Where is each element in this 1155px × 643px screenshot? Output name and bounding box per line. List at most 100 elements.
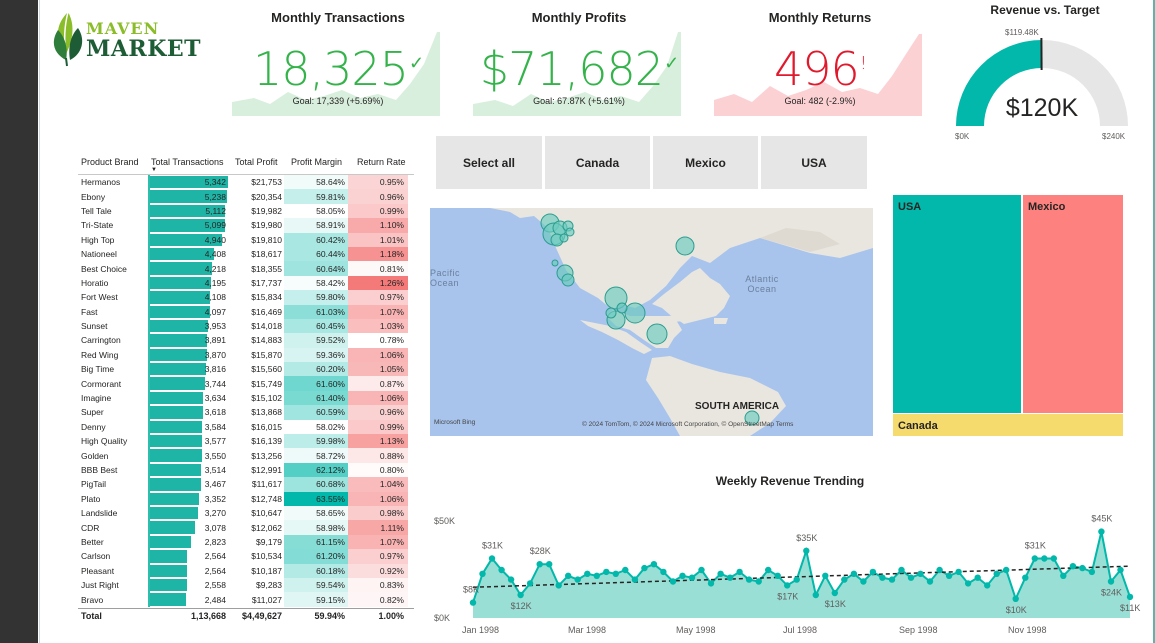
table-row[interactable]: Better 2,823 $9,179 61.15% 1.07%	[78, 534, 414, 550]
table-row[interactable]: High Quality 3,577 $16,139 59.98% 1.13%	[78, 434, 414, 449]
table-row[interactable]: Golden 3,550 $13,256 58.72% 0.88%	[78, 448, 414, 463]
transactions-bar	[150, 276, 212, 290]
cell-profit: $12,991	[251, 465, 282, 475]
table-row[interactable]: Sunset 3,953 $14,018 60.45% 1.03%	[78, 318, 414, 334]
table-row[interactable]: Just Right 2,558 $9,283 59.54% 0.83%	[78, 577, 414, 593]
table-row[interactable]: Big Time 3,816 $15,560 60.20% 1.05%	[78, 362, 414, 377]
cell-brand: Big Time	[81, 364, 115, 375]
table-row[interactable]: Best Choice 4,218 $18,355 60.64% 0.81%	[78, 261, 414, 276]
cell-return-rate: 0.88%	[348, 448, 408, 463]
slicer-select-all[interactable]: Select all	[436, 136, 542, 189]
cell-transactions: 4,108	[148, 290, 228, 305]
table-row[interactable]: Super 3,618 $13,868 60.59% 0.96%	[78, 405, 414, 420]
data-label: $8K	[463, 585, 479, 595]
data-point	[745, 576, 753, 583]
table-row[interactable]: Imagine 3,634 $15,102 61.40% 1.06%	[78, 390, 414, 406]
slicer-canada[interactable]: Canada	[545, 136, 650, 189]
table-row[interactable]: Nationeel 4,408 $18,617 60.44% 1.18%	[78, 246, 414, 262]
total-label: Total	[81, 611, 102, 622]
treemap-mexico[interactable]: Mexico	[1023, 195, 1123, 413]
cell-profit: $15,834	[251, 292, 282, 303]
country-treemap[interactable]: USA Mexico Canada	[893, 195, 1123, 436]
data-point	[917, 570, 924, 577]
slicer-mexico[interactable]: Mexico	[653, 136, 758, 189]
cell-transactions: 5,099	[148, 218, 228, 233]
data-point	[622, 566, 629, 574]
data-point	[736, 568, 743, 576]
store-map[interactable]: Pacific Ocean Atlantic Ocean SOUTH AMERICA…	[430, 208, 873, 436]
cell-return-rate: 0.92%	[348, 563, 408, 578]
kpi-card-profits[interactable]: Monthly Profits $71,682✓ Goal: 67.87K (+…	[473, 0, 685, 118]
table-row[interactable]: High Top 4,940 $19,810 60.42% 1.01%	[78, 232, 414, 247]
table-row[interactable]: Denny 3,584 $16,015 58.02% 0.99%	[78, 419, 414, 435]
revenue-gauge[interactable]: Revenue vs. Target $119.48K $120K $0K $2…	[940, 0, 1150, 145]
line-chart-svg: $50K $0K Jan 1998 Mar 1998 May 1998 Jul 1998 S…	[434, 514, 1140, 635]
table-row[interactable]: Cormorant 3,744 $15,749 61.60% 0.87%	[78, 376, 414, 391]
cell-return-rate: 0.98%	[348, 505, 408, 521]
data-point	[1079, 564, 1086, 572]
data-point	[631, 576, 639, 583]
cell-return-rate: 1.07%	[348, 534, 408, 550]
x-tick-label: Jan 1998	[462, 625, 499, 635]
slicer-usa[interactable]: USA	[761, 136, 867, 189]
transactions-bar	[150, 550, 188, 563]
table-row[interactable]: Tri-State 5,099 $19,980 58.91% 1.10%	[78, 218, 414, 233]
table-row[interactable]: BBB Best 3,514 $12,991 62.12% 0.80%	[78, 462, 414, 478]
cell-profit: $18,355	[251, 263, 282, 274]
kpi-card-returns[interactable]: Monthly Returns 496! Goal: 482 (-2.9%)	[714, 0, 926, 118]
header-margin[interactable]: Profit Margin	[288, 157, 354, 167]
treemap-canada[interactable]: Canada	[893, 414, 1123, 436]
table-row[interactable]: Red Wing 3,870 $15,870 59.36% 1.06%	[78, 347, 414, 363]
cell-return-rate: 1.05%	[348, 362, 408, 377]
data-point	[669, 578, 677, 585]
treemap-usa[interactable]: USA	[893, 195, 1022, 413]
data-point	[974, 574, 981, 581]
cell-margin: 60.68%	[284, 477, 348, 492]
map-basemap	[490, 208, 873, 436]
sort-down-icon[interactable]: ▼	[151, 167, 157, 173]
header-profit[interactable]: Total Profit	[232, 157, 288, 167]
table-row[interactable]: Fast 4,097 $16,469 61.03% 1.07%	[78, 304, 414, 319]
total-profit: $4,49,627	[241, 611, 282, 622]
data-point	[774, 572, 781, 579]
table-header: Product Brand Total Transactions Total P…	[78, 150, 414, 175]
table-row[interactable]: Horatio 4,195 $17,737 58.42% 1.26%	[78, 275, 414, 291]
cell-return-rate: 1.13%	[348, 434, 408, 449]
header-return-rate[interactable]: Return Rate	[354, 157, 414, 167]
table-row[interactable]: Tell Tale 5,112 $19,982 58.05% 0.99%	[78, 203, 414, 219]
data-point	[984, 582, 991, 589]
kpi-card-transactions[interactable]: Monthly Transactions 18,325✓ Goal: 17,33…	[232, 0, 444, 118]
cell-margin: 60.59%	[284, 405, 348, 420]
table-row[interactable]: Carrington 3,891 $14,883 59.52% 0.78%	[78, 333, 414, 348]
table-row[interactable]: Landslide 3,270 $10,647 58.65% 0.98%	[78, 505, 414, 521]
table-row[interactable]: Ebony 5,238 $20,354 59.81% 0.96%	[78, 189, 414, 204]
data-point	[546, 561, 553, 568]
table-row[interactable]: Carlson 2,564 $10,534 61.20% 0.97%	[78, 549, 414, 564]
cell-margin: 59.80%	[284, 290, 348, 305]
data-label: $35K	[796, 533, 817, 543]
data-point	[660, 568, 667, 576]
check-icon: ✓	[408, 53, 424, 74]
brand-table[interactable]: Product Brand Total Transactions Total P…	[78, 150, 414, 624]
table-row[interactable]: Pleasant 2,564 $10,187 60.18% 0.92%	[78, 563, 414, 578]
header-transactions[interactable]: Total Transactions	[148, 157, 232, 167]
transactions-bar	[150, 391, 204, 405]
transactions-bar	[150, 435, 203, 448]
table-row[interactable]: Bravo 2,484 $11,027 59.15% 0.82%	[78, 592, 414, 607]
cell-transactions: 4,408	[148, 246, 228, 262]
table-row[interactable]: Hermanos 5,342 $21,753 58.64% 0.95%	[78, 175, 414, 190]
cell-profit: $14,883	[251, 335, 282, 346]
weekly-revenue-chart[interactable]: $50K $0K Jan 1998 Mar 1998 May 1998 Jul 1998 S…	[430, 490, 1145, 643]
data-point	[793, 576, 800, 583]
cell-margin: 59.36%	[284, 347, 348, 363]
cell-brand: Better	[81, 536, 104, 547]
table-row[interactable]: Plato 3,352 $12,748 63.55% 1.06%	[78, 491, 414, 506]
table-row[interactable]: CDR 3,078 $12,062 58.98% 1.11%	[78, 520, 414, 535]
table-row[interactable]: PigTail 3,467 $11,617 60.68% 1.04%	[78, 477, 414, 492]
data-point	[479, 570, 486, 577]
table-row[interactable]: Fort West 4,108 $15,834 59.80% 0.97%	[78, 290, 414, 305]
map-copyright[interactable]: © 2024 TomTom, © 2024 Microsoft Corporat…	[582, 421, 793, 428]
cell-brand: CDR	[81, 522, 100, 533]
header-brand[interactable]: Product Brand	[78, 157, 148, 167]
x-tick-label: Jul 1998	[783, 625, 817, 635]
